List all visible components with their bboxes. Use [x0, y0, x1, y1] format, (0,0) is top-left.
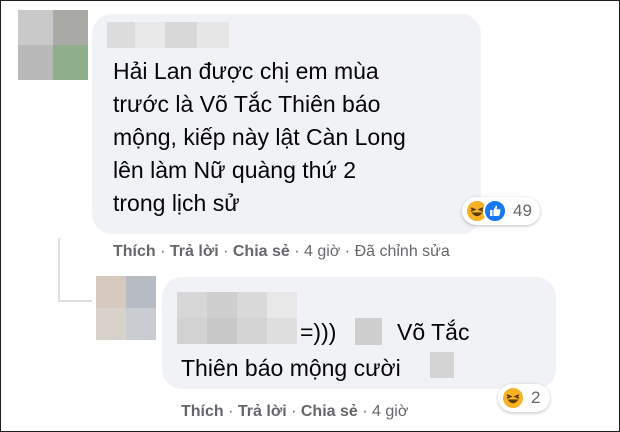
separator: · [294, 243, 305, 260]
replier-avatar[interactable] [96, 276, 156, 340]
reaction-count: 2 [531, 388, 541, 407]
comment-line: Hải Lan được chị em mùa [113, 58, 379, 84]
comment-text: Hải Lan được chị em mùa trước là Võ Tắc … [113, 55, 463, 220]
blurred-emoji [355, 318, 382, 345]
blurred-emoji [430, 352, 454, 378]
separator: · [362, 403, 373, 420]
separator: · [160, 243, 170, 260]
reply-actions: Thích · Trả lời · Chia sẻ · 4 giờ [181, 403, 408, 421]
like-icon [483, 199, 507, 223]
timestamp[interactable]: 4 giờ [372, 403, 408, 420]
reaction-summary[interactable]: 2 [498, 384, 551, 412]
blurred-username[interactable] [107, 22, 229, 48]
reply-text-part: Thiên báo mộng cười [181, 355, 401, 381]
thread-line [58, 238, 60, 302]
reply-text: =))) [300, 313, 336, 351]
commenter-avatar[interactable] [18, 10, 88, 80]
share-link[interactable]: Chia sẻ [301, 403, 358, 420]
separator: · [223, 243, 233, 260]
reply-link[interactable]: Trả lời [170, 243, 219, 260]
thread-line-branch [58, 300, 92, 302]
separator: · [228, 403, 238, 420]
reply-text-part: =))) [300, 319, 337, 345]
comment-line: lên làm Nữ quàng thứ 2 [113, 157, 357, 183]
edited-label: Đã chỉnh sửa [354, 243, 450, 260]
comment-actions: Thích · Trả lời · Chia sẻ · 4 giờ · Đã c… [113, 243, 450, 261]
comment-line: trong lịch sử [113, 190, 240, 216]
reaction-count: 49 [513, 201, 532, 220]
reply-text-part: Võ Tắc [397, 319, 470, 345]
reaction-summary[interactable]: 49 [462, 197, 540, 225]
reply-text: Thiên báo mộng cười [181, 349, 401, 387]
share-link[interactable]: Chia sẻ [233, 243, 290, 260]
separator: · [291, 403, 301, 420]
like-link[interactable]: Thích [113, 243, 156, 260]
reply-link[interactable]: Trả lời [238, 403, 287, 420]
blurred-username[interactable] [177, 292, 297, 344]
timestamp[interactable]: 4 giờ [304, 243, 340, 260]
separator: · [344, 243, 355, 260]
like-link[interactable]: Thích [181, 403, 224, 420]
reply-text: Võ Tắc [397, 313, 469, 351]
haha-icon [501, 386, 525, 410]
comment-line: trước là Võ Tắc Thiên báo [113, 91, 381, 117]
comment-line: mộng, kiếp này lật Càn Long [113, 124, 406, 150]
